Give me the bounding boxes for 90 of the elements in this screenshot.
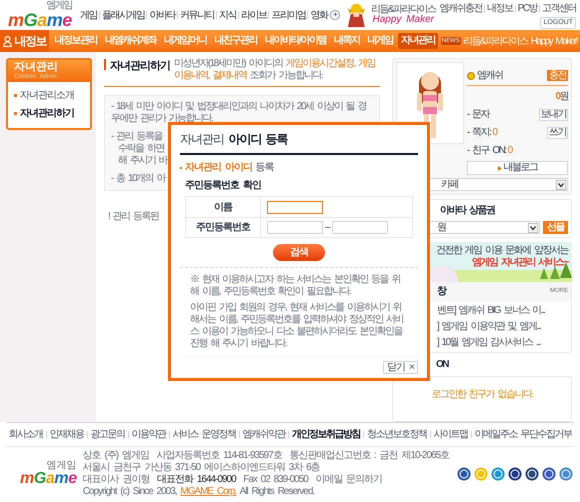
promo-title[interactable]: Happy Maker <box>372 15 434 25</box>
sidebar-item[interactable]: 자녀관리소개 <box>14 88 84 103</box>
blog-button[interactable]: 내블로그 <box>467 161 568 175</box>
news-item[interactable]: ] 10월 엠게임 감사서비스 ... <box>437 334 540 350</box>
certification-badge-icon <box>559 467 574 481</box>
notice-text: - 총 10개의 아 <box>111 173 165 185</box>
nav-link[interactable]: 플래시게임 <box>102 8 144 22</box>
nav-link[interactable]: 영화 <box>310 8 328 22</box>
sidebar-item[interactable]: 자녀관리하기 <box>14 106 84 121</box>
stat-count: 0 <box>492 126 496 140</box>
nav-link[interactable]: 아바타 <box>149 8 175 22</box>
banner-caption: 건전한 게임 이용 문화에 앞장서는 <box>436 245 568 257</box>
logo[interactable]: mGame <box>8 11 72 29</box>
footnote-text: ! 관리 등록된 <box>108 210 158 224</box>
footer-link[interactable]: 광고문의 <box>90 427 125 442</box>
promo-caption: 리듬&파라다이스 <box>370 5 436 15</box>
logo[interactable]: mGame <box>20 471 77 487</box>
footer-link[interactable]: 이메일주소 무단수집거부 <box>474 427 572 442</box>
stat-label: - 문자 <box>467 108 490 122</box>
footer-link[interactable]: 이용약관 <box>132 427 166 442</box>
arrow-icon <box>498 166 502 170</box>
section-label: 자녀관리 아이디 등록 <box>185 161 274 175</box>
nav-link[interactable]: 게임 <box>80 8 97 22</box>
page-description: 미성년자(18세미만) 아이디의 게임이용시간설정, 게임이용내역, 결제내역 조회가 가능합니다. <box>174 58 376 82</box>
nav-link[interactable]: 프리미엄 <box>271 8 306 22</box>
dialog-title: 자녀관리 아이디 등록 <box>180 132 288 146</box>
news-title: 창 <box>437 284 446 298</box>
footer-link[interactable]: 청소년보호정책 <box>367 427 426 442</box>
stat-label: - 쪽지: <box>467 126 490 140</box>
footer-link[interactable]: 회사소개 <box>8 427 43 442</box>
friends-title: ON <box>436 358 448 372</box>
notice-paragraph: 아이핀 가입 회원의 경우, 현재 서비스를 이용하시기 위해서는 이름, 주민등록번호를 입력하셔야 정상적인 서비스 이용이 가능하오니 다소 불편하시더라도 본인확인을 진행 해 주시기 바랍니다. <box>190 302 404 350</box>
certification-badge-icon <box>525 467 540 481</box>
news-item[interactable]: ] 엠게임 이용약관 및 엠게... <box>437 318 540 334</box>
news-item[interactable]: 벤트] 엠캐쉬 BIG 보너스 이... <box>437 302 544 318</box>
nav-link[interactable]: 지식 <box>218 8 236 22</box>
sidebar-title: 자녀관리 <box>14 62 59 73</box>
id-number-field[interactable] <box>267 221 323 234</box>
menu-tab[interactable]: 자녀관리 <box>398 33 438 49</box>
coin-icon <box>467 72 475 80</box>
footer-link[interactable]: 엠캐쉬약관 <box>242 427 285 442</box>
stat-button[interactable]: 보내기 <box>538 108 568 120</box>
menu-title: 내정보 <box>14 33 46 50</box>
header-link[interactable]: PC방 <box>518 1 537 16</box>
notice-text: - 18세 미만 아이디 및 법정대리인과의 나이차가 20세 이상이 될 경우에만 관리가 가능합니다. <box>111 101 367 125</box>
close-button[interactable]: 닫기 × <box>383 361 418 374</box>
header-link[interactable]: 엠캐쉬충전 <box>440 1 482 16</box>
notice-paragraph: ※ 현재 이용하시고자 하는 서비스는 본인확인 등을 위해 이름, 주민등록번호 확인이 필요합니다. <box>190 274 401 298</box>
cash-amount: 0 <box>555 90 560 104</box>
field-label: 이름 <box>213 200 234 214</box>
page-title: 자녀관리하기 <box>110 59 170 74</box>
footer-link[interactable]: 서비스 운영정책 <box>172 427 236 442</box>
id-number-field[interactable] <box>332 221 388 234</box>
header-link[interactable]: 고객센터 <box>542 1 576 16</box>
name-field[interactable] <box>267 200 323 214</box>
person-icon <box>2 36 12 46</box>
certification-badge-icon <box>474 467 488 481</box>
dropdown-icon <box>528 222 538 232</box>
more-button[interactable]: + <box>330 10 340 20</box>
header-link[interactable]: 내정보 <box>487 1 513 16</box>
stat-count: 0 <box>508 144 512 158</box>
company-info: 서울시 금천구 가산동 371-50 에이스하이엔드타워 3차 6층 <box>82 462 321 474</box>
footer-link[interactable]: 사이트맵 <box>434 427 468 442</box>
cash-unit: 원 <box>560 90 568 104</box>
notice-text: 해 주시기 바 <box>117 155 168 167</box>
cash-label: 엠캐쉬 <box>477 69 502 83</box>
dropdown-icon <box>556 180 566 190</box>
certification-badge-icon <box>491 467 506 481</box>
dash-text: – <box>325 221 330 235</box>
certification-badge-icon <box>542 467 556 481</box>
field-label: 주민등록번호 <box>195 221 252 235</box>
friends-empty-text: 로그인한 친구가 없습니다. <box>431 388 533 402</box>
gift-title: 아바타 상품권 <box>440 204 494 218</box>
stat-button[interactable]: 쓰기 <box>547 126 568 138</box>
company-info: Copyright (c) Since 2003, MGAME Corp. All Rights Reserved. <box>82 486 316 498</box>
company-info: 대표이사 권이형 대표전화 1644-0900 Fax 02 839-0050 이메일 문의하기 <box>82 474 384 486</box>
certification-badge-icon <box>508 467 522 481</box>
form-title: 주민등록번호 확인 <box>184 179 262 193</box>
footer-link[interactable]: 인재채용 <box>50 427 84 442</box>
logo-subtitle: 엠게임 <box>46 461 77 471</box>
company-info: 상호 (주) 엠게임 사업자등록번호 114-81-93597호 통신판매업신고번호 : 금천 제10-2065호 <box>82 450 450 462</box>
banner-title: 엠게임 자녀관리 서비스~ <box>472 257 568 269</box>
stat-label: - 친구 ON: <box>467 144 506 158</box>
nav-link[interactable]: 커뮤니티 <box>180 8 214 22</box>
certification-badge-icon <box>457 467 472 481</box>
notice-text: - 관리 등록을 <box>111 131 162 143</box>
logo-subtitle: 엠게임 <box>46 1 72 11</box>
footer-link[interactable]: 개인정보취급방침 <box>292 427 360 442</box>
nav-link[interactable]: 라이브 <box>240 8 266 22</box>
notice-text: 수락을 하면 <box>117 143 164 155</box>
